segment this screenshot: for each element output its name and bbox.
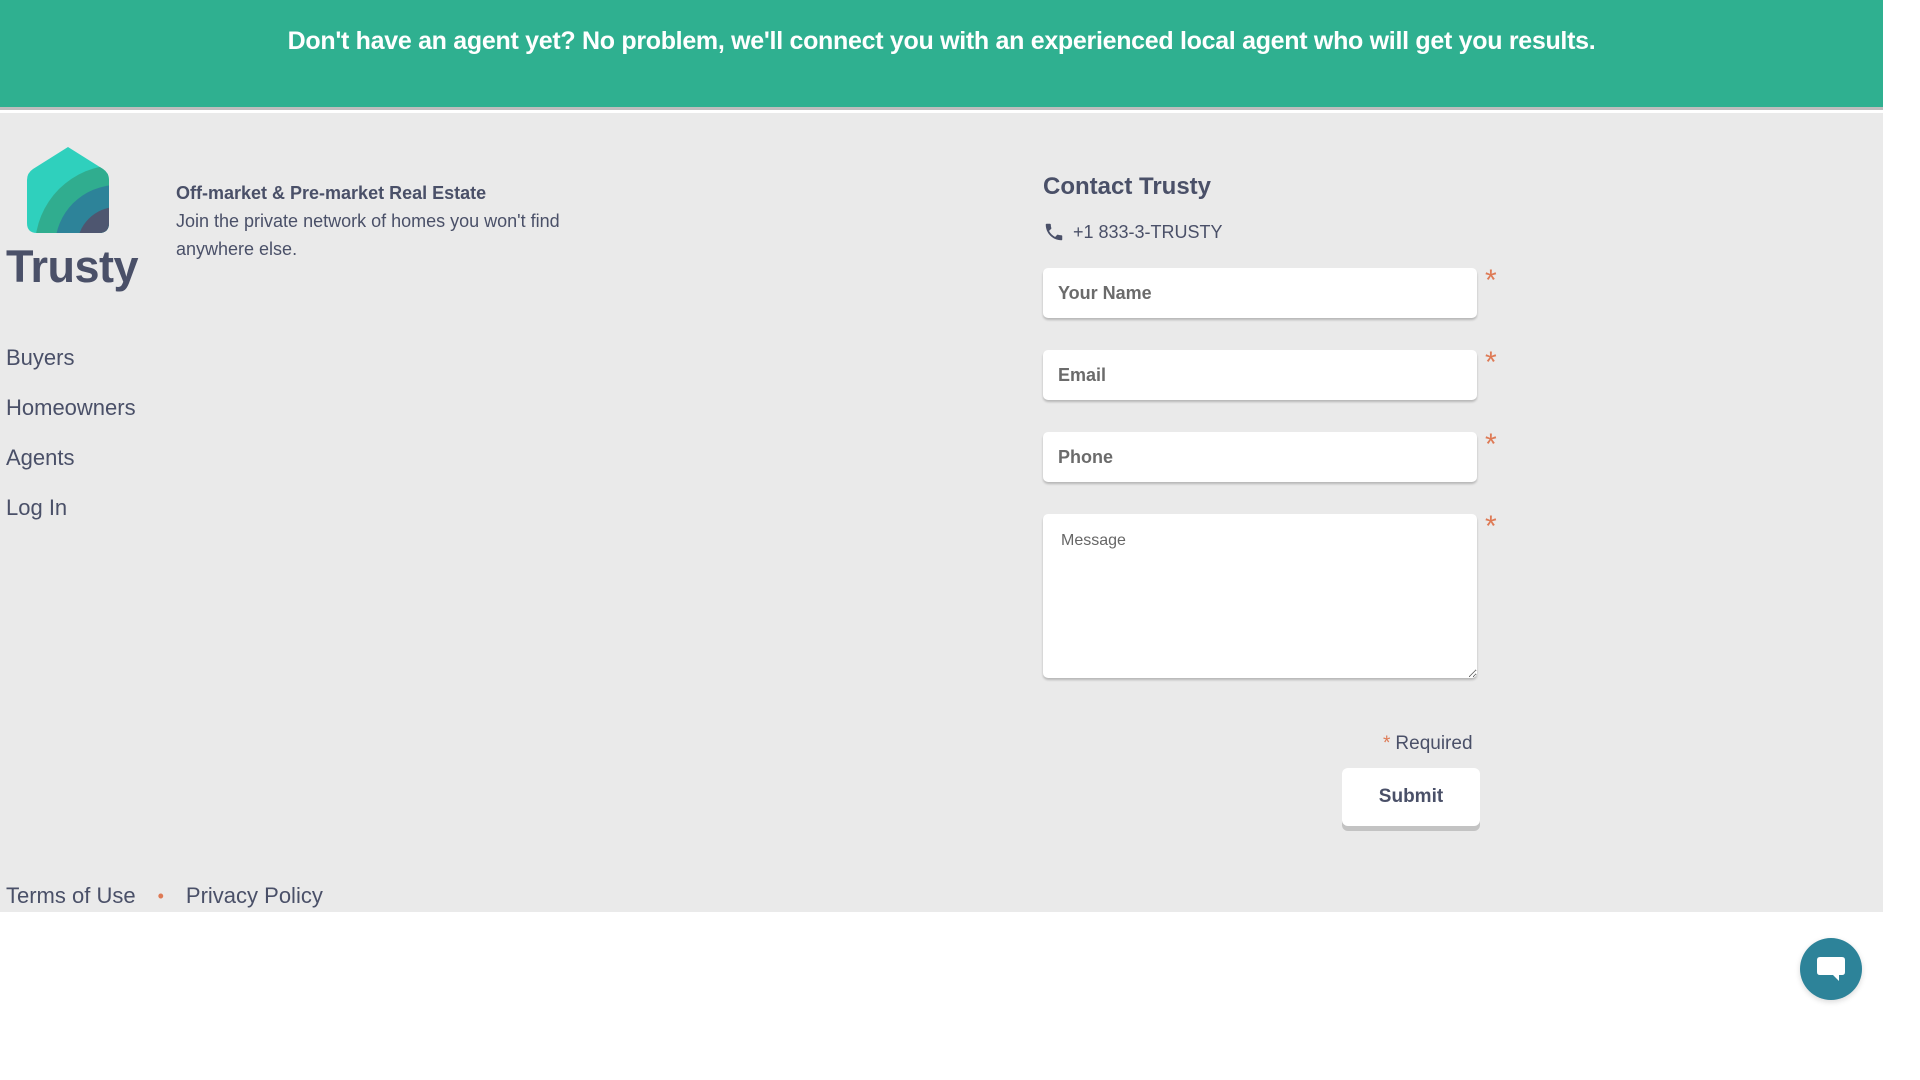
phone-input[interactable] <box>1043 432 1477 482</box>
nav-item-buyers[interactable]: Buyers <box>6 343 136 393</box>
brand-logo[interactable]: Trusty <box>6 147 139 297</box>
required-asterisk: * <box>1383 733 1391 754</box>
required-asterisk: * <box>1485 346 1497 379</box>
name-input[interactable] <box>1043 268 1477 318</box>
house-logo-icon <box>27 147 109 233</box>
required-note: * Required <box>1383 733 1473 755</box>
terms-of-use-link[interactable]: Terms of Use <box>6 883 136 909</box>
contact-title: Contact Trusty <box>1043 173 1212 200</box>
privacy-policy-link[interactable]: Privacy Policy <box>186 883 323 909</box>
required-label: Required <box>1395 733 1473 754</box>
submit-button[interactable]: Submit <box>1342 768 1480 826</box>
tagline-body: Join the private network of homes you wo… <box>176 211 560 259</box>
footer: Trusty Off-market & Pre-market Real Esta… <box>0 113 1883 1000</box>
message-textarea[interactable] <box>1043 514 1477 678</box>
tagline: Off-market & Pre-market Real Estate Join… <box>176 179 576 263</box>
required-asterisk: * <box>1485 428 1497 461</box>
phone-row: * <box>1043 428 1523 482</box>
brand-name: Trusty <box>6 241 139 292</box>
message-row: * <box>1043 510 1523 678</box>
nav-item-log-in[interactable]: Log In <box>6 493 136 543</box>
name-row: * <box>1043 264 1523 318</box>
contact-form: Contact Trusty +1 833-3-TRUSTY * * * * <box>1043 173 1523 678</box>
promo-banner: Don't have an agent yet? No problem, we'… <box>0 0 1883 110</box>
separator-dot: • <box>157 885 164 906</box>
chat-button[interactable] <box>1800 938 1862 1000</box>
nav-item-agents[interactable]: Agents <box>6 443 136 493</box>
contact-phone-number: +1 833-3-TRUSTY <box>1073 221 1223 242</box>
required-asterisk: * <box>1485 264 1497 297</box>
legal-links: Terms of Use • Privacy Policy <box>6 883 323 909</box>
promo-banner-text: Don't have an agent yet? No problem, we'… <box>287 26 1596 55</box>
footer-nav: Buyers Homeowners Agents Log In <box>6 343 136 543</box>
email-input[interactable] <box>1043 350 1477 400</box>
tagline-title: Off-market & Pre-market Real Estate <box>176 183 487 203</box>
nav-item-homeowners[interactable]: Homeowners <box>6 393 136 443</box>
email-row: * <box>1043 346 1523 400</box>
required-asterisk: * <box>1485 510 1497 543</box>
phone-icon <box>1045 223 1063 241</box>
chat-bubble-icon <box>1817 957 1845 981</box>
contact-phone[interactable]: +1 833-3-TRUSTY <box>1043 218 1523 246</box>
